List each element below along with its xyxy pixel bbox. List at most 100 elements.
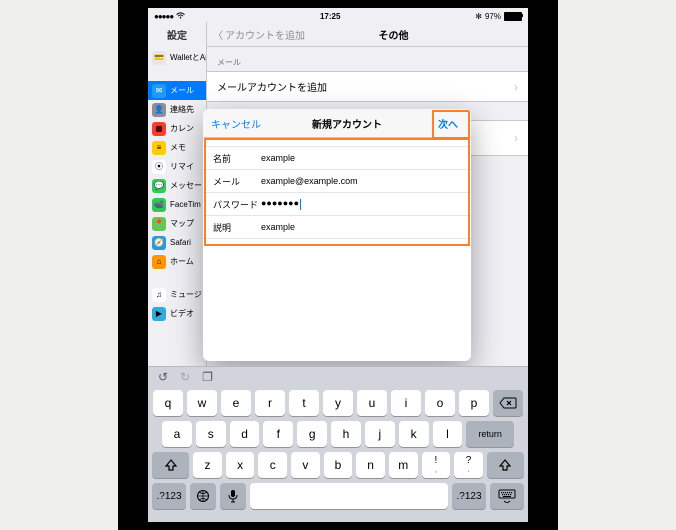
cell-label: メールアカウントを追加 bbox=[217, 79, 327, 94]
key-b[interactable]: b bbox=[324, 452, 353, 478]
globe-key[interactable] bbox=[190, 483, 216, 509]
shift-key[interactable] bbox=[152, 452, 189, 478]
sidebar-item[interactable]: ♫ ミュージ bbox=[148, 285, 206, 304]
sidebar-item-label: メール bbox=[170, 85, 194, 96]
sidebar-item-label: ミュージ bbox=[170, 289, 202, 300]
redo-icon[interactable]: ↻ bbox=[180, 370, 190, 384]
name-row[interactable]: 名前 example bbox=[203, 146, 471, 170]
backspace-key[interactable] bbox=[493, 390, 523, 416]
sidebar-item-label: WalletとApple Pay bbox=[170, 52, 206, 63]
app-icon: ▶ bbox=[152, 307, 166, 321]
password-input[interactable]: ●●●●●●● bbox=[261, 198, 301, 209]
sidebar-item-label: カレン bbox=[170, 123, 194, 134]
sidebar-item[interactable]: 👤連絡先 bbox=[148, 100, 206, 119]
key-z[interactable]: z bbox=[193, 452, 222, 478]
dictation-key[interactable] bbox=[220, 483, 246, 509]
wifi-icon bbox=[176, 12, 185, 21]
software-keyboard[interactable]: ↺ ↻ ❐ qwertyuiop asdfghjklreturn zxcvbnm… bbox=[148, 366, 528, 522]
key-l[interactable]: l bbox=[433, 421, 463, 447]
key-j[interactable]: j bbox=[365, 421, 395, 447]
shift-key-right[interactable] bbox=[487, 452, 524, 478]
modal-nav: キャンセル 新規アカウント 次へ bbox=[203, 109, 471, 138]
key-e[interactable]: e bbox=[221, 390, 251, 416]
key-s[interactable]: s bbox=[196, 421, 226, 447]
key-c[interactable]: c bbox=[258, 452, 287, 478]
key-f[interactable]: f bbox=[263, 421, 293, 447]
sidebar-item-label: リマイ bbox=[170, 161, 194, 172]
account-form: 名前 example メール example@example.com パスワード… bbox=[203, 138, 471, 239]
app-icon: ▦ bbox=[152, 122, 166, 136]
section-label-mail: メール bbox=[207, 47, 528, 71]
next-button[interactable]: 次へ bbox=[433, 114, 463, 133]
cancel-button[interactable]: キャンセル bbox=[211, 116, 261, 131]
name-label: 名前 bbox=[213, 152, 261, 165]
sidebar-item[interactable]: ▦ カレン bbox=[148, 119, 206, 138]
name-input[interactable]: example bbox=[261, 153, 295, 163]
key-o[interactable]: o bbox=[425, 390, 455, 416]
sidebar-item[interactable]: ✉ メール bbox=[148, 81, 206, 100]
battery-percent: 97% bbox=[485, 12, 501, 21]
bluetooth-icon: ✻ bbox=[475, 12, 482, 21]
key-x[interactable]: x bbox=[226, 452, 255, 478]
app-icon: ✉ bbox=[152, 84, 166, 98]
return-key[interactable]: return bbox=[466, 421, 514, 447]
sidebar-item-label: Safari bbox=[170, 238, 191, 247]
password-row[interactable]: パスワード ●●●●●●● bbox=[203, 193, 471, 216]
numbers-key[interactable]: .?123 bbox=[152, 483, 186, 509]
space-key[interactable] bbox=[250, 483, 448, 509]
sidebar-item-label: ホーム bbox=[170, 256, 194, 267]
app-icon: ≡ bbox=[152, 141, 166, 155]
clipboard-icon[interactable]: ❐ bbox=[202, 370, 213, 384]
numbers-key-right[interactable]: .?123 bbox=[452, 483, 486, 509]
hide-keyboard-key[interactable] bbox=[490, 483, 524, 509]
app-icon: 💬 bbox=[152, 179, 166, 193]
sidebar-item[interactable]: ⦿リマイ bbox=[148, 157, 206, 176]
sidebar-item-label: ビデオ bbox=[170, 308, 194, 319]
settings-title: 設定 bbox=[148, 22, 206, 48]
sidebar-item[interactable]: 💳 WalletとApple Pay bbox=[148, 48, 206, 67]
app-icon: 💳 bbox=[152, 51, 166, 65]
key-k[interactable]: k bbox=[399, 421, 429, 447]
sidebar-item-label: メッセー bbox=[170, 180, 202, 191]
app-icon: ♫ bbox=[152, 288, 166, 302]
sidebar-item[interactable]: 💬 メッセー bbox=[148, 176, 206, 195]
detail-nav: 〈 アカウントを追加 その他 bbox=[207, 22, 528, 47]
key-[interactable]: !, bbox=[422, 452, 451, 478]
key-u[interactable]: u bbox=[357, 390, 387, 416]
sidebar-item[interactable]: ≡メモ bbox=[148, 138, 206, 157]
key-g[interactable]: g bbox=[297, 421, 327, 447]
add-mail-account-cell[interactable]: メールアカウントを追加 › bbox=[207, 71, 528, 102]
mail-input[interactable]: example@example.com bbox=[261, 176, 358, 186]
new-account-modal: キャンセル 新規アカウント 次へ 名前 example メール example@… bbox=[203, 109, 471, 361]
key-n[interactable]: n bbox=[356, 452, 385, 478]
status-time: 17:25 bbox=[320, 12, 340, 21]
key-r[interactable]: r bbox=[255, 390, 285, 416]
key-p[interactable]: p bbox=[459, 390, 489, 416]
key-m[interactable]: m bbox=[389, 452, 418, 478]
sidebar-item[interactable]: ⌂ ホーム bbox=[148, 252, 206, 271]
key-h[interactable]: h bbox=[331, 421, 361, 447]
description-label: 説明 bbox=[213, 221, 261, 234]
sidebar-item[interactable]: ▶ ビデオ bbox=[148, 304, 206, 323]
modal-title: 新規アカウント bbox=[312, 116, 382, 131]
settings-sidebar[interactable]: 設定 💳WalletとApple Pay✉メール👤連絡先▦カレン≡メモ⦿リマイ💬… bbox=[148, 22, 207, 370]
mail-row[interactable]: メール example@example.com bbox=[203, 170, 471, 193]
app-icon: ⌂ bbox=[152, 255, 166, 269]
description-row[interactable]: 説明 example bbox=[203, 216, 471, 239]
undo-icon[interactable]: ↺ bbox=[158, 370, 168, 384]
key-a[interactable]: a bbox=[162, 421, 192, 447]
key-i[interactable]: i bbox=[391, 390, 421, 416]
key-w[interactable]: w bbox=[187, 390, 217, 416]
sidebar-item[interactable]: 📍マップ bbox=[148, 214, 206, 233]
key-[interactable]: ?. bbox=[454, 452, 483, 478]
key-d[interactable]: d bbox=[230, 421, 260, 447]
key-q[interactable]: q bbox=[153, 390, 183, 416]
key-t[interactable]: t bbox=[289, 390, 319, 416]
key-y[interactable]: y bbox=[323, 390, 353, 416]
signal-dots-icon: ●●●●● bbox=[154, 12, 173, 21]
sidebar-item[interactable]: 📹FaceTim bbox=[148, 195, 206, 214]
description-input[interactable]: example bbox=[261, 222, 295, 232]
mail-label: メール bbox=[213, 175, 261, 188]
key-v[interactable]: v bbox=[291, 452, 320, 478]
sidebar-item[interactable]: 🧭Safari bbox=[148, 233, 206, 252]
